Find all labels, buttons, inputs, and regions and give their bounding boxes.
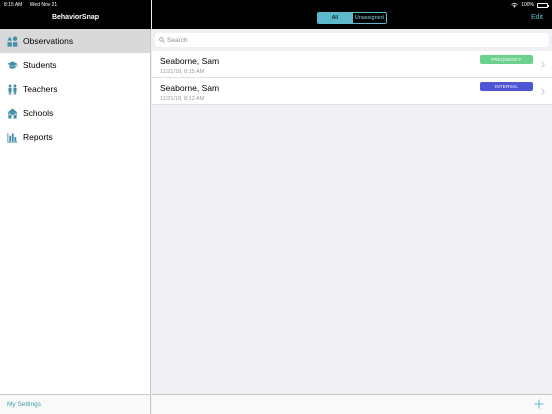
battery-icon: [537, 2, 549, 8]
sidebar-item-label: Students: [23, 60, 57, 70]
edit-button[interactable]: Edit: [531, 14, 543, 21]
segment-all[interactable]: All: [318, 13, 352, 23]
people-icon: [7, 83, 18, 95]
sidebar-item-label: Observations: [23, 36, 74, 46]
table-row[interactable]: Seaborne, Sam 11/21/18, 8:12 AM INTERVAL: [152, 78, 552, 105]
main-panel: 100% All Unassigned Edit Seaborne, Sam 1…: [152, 0, 552, 414]
status-bar-left: 8:15 AM Wed Nov 21: [4, 1, 63, 9]
observation-timestamp: 11/21/18, 8:15 AM: [160, 69, 205, 75]
sidebar-item-label: Reports: [23, 132, 53, 142]
plus-icon: [534, 399, 544, 409]
sidebar-item-label: Teachers: [23, 84, 58, 94]
segment-unassigned[interactable]: Unassigned: [351, 13, 386, 23]
sidebar-item-observations[interactable]: Observations: [0, 29, 150, 53]
sidebar-item-label: Schools: [23, 108, 54, 118]
sidebar-nav: Observations Students Teachers Schools R…: [0, 29, 150, 149]
battery-percent: 100%: [521, 2, 534, 8]
search-icon: [159, 37, 167, 43]
sidebar-footer: My Settings: [0, 394, 150, 414]
school-icon: [7, 107, 18, 119]
sidebar-item-reports[interactable]: Reports: [0, 125, 150, 149]
my-settings-link[interactable]: My Settings: [7, 401, 41, 408]
observation-type-badge: INTERVAL: [480, 82, 533, 91]
observations-list: Seaborne, Sam 11/21/18, 8:15 AM FREQUENC…: [152, 51, 552, 105]
sidebar-item-students[interactable]: Students: [0, 53, 150, 77]
search-input[interactable]: [167, 34, 537, 46]
search-box: [155, 33, 549, 47]
observation-student-name: Seaborne, Sam: [160, 83, 220, 93]
sidebar-item-schools[interactable]: Schools: [0, 101, 150, 125]
observation-timestamp: 11/21/18, 8:12 AM: [160, 96, 205, 102]
main-footer: [152, 394, 552, 414]
search-bar: [152, 29, 552, 51]
app-window: 8:15 AM Wed Nov 21 BehaviorSnap Observat…: [0, 0, 552, 414]
bar-chart-icon: [7, 132, 18, 143]
chevron-right-icon: [541, 61, 545, 68]
sidebar-header: 8:15 AM Wed Nov 21 BehaviorSnap: [0, 0, 151, 29]
wifi-icon: [511, 2, 518, 8]
sidebar-item-teachers[interactable]: Teachers: [0, 77, 150, 101]
main-header: 100% All Unassigned Edit: [152, 0, 552, 29]
shapes-icon: [7, 35, 18, 47]
chevron-right-icon: [541, 88, 545, 95]
status-bar-right: 100%: [511, 1, 549, 9]
status-date: Wed Nov 21: [29, 2, 58, 8]
app-title: BehaviorSnap: [51, 14, 100, 21]
filter-segmented-control: All Unassigned: [317, 12, 387, 24]
observation-student-name: Seaborne, Sam: [160, 56, 220, 66]
add-observation-button[interactable]: [533, 398, 545, 410]
graduation-cap-icon: [7, 60, 18, 71]
sidebar: 8:15 AM Wed Nov 21 BehaviorSnap Observat…: [0, 0, 151, 414]
table-row[interactable]: Seaborne, Sam 11/21/18, 8:15 AM FREQUENC…: [152, 51, 552, 78]
observation-type-badge: FREQUENCY: [480, 55, 533, 64]
status-time: 8:15 AM: [4, 2, 23, 8]
